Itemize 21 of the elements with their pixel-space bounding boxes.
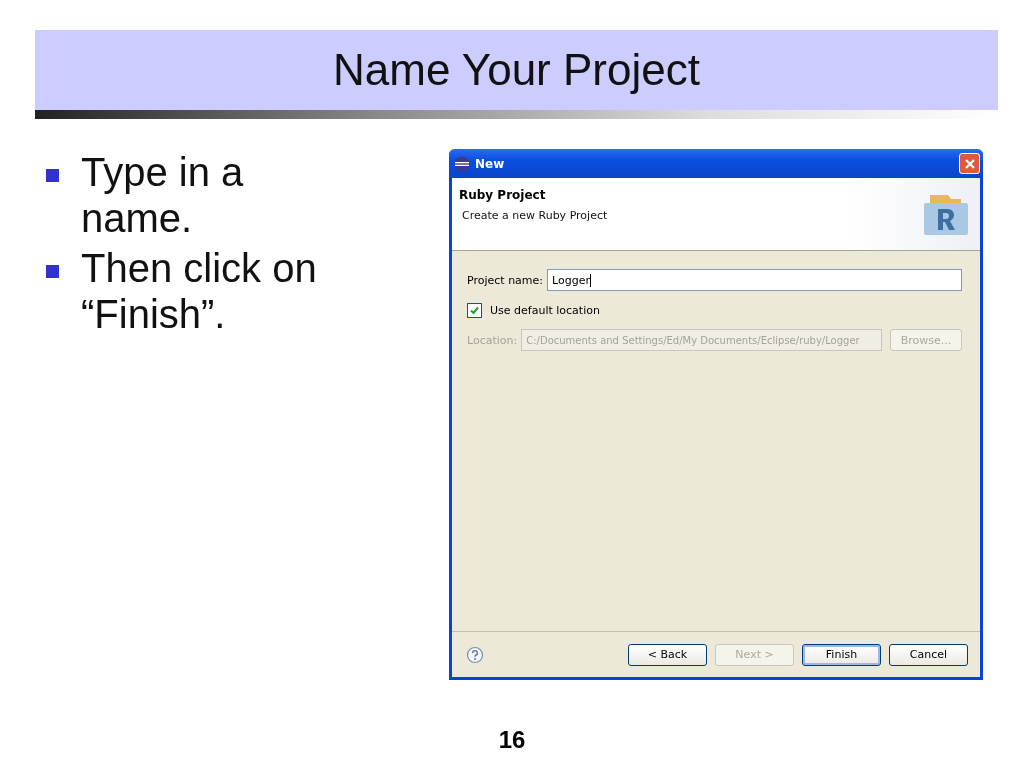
dialog-button[interactable]: < Back	[628, 643, 707, 666]
page-number: 16	[498, 726, 526, 754]
checkbox-label: Use default location	[490, 303, 600, 317]
close-button[interactable]	[959, 153, 980, 174]
sphere-icon	[453, 155, 471, 172]
page-title: Ruby Project	[459, 188, 547, 202]
help-icon[interactable]	[466, 645, 484, 664]
project-name-field[interactable]: Logger	[547, 269, 962, 291]
window-title: New	[475, 156, 506, 171]
dialog-button[interactable]: Finish	[802, 643, 881, 666]
dialog-button[interactable]: Cancel	[889, 643, 968, 666]
page-description: Create a new Ruby Project	[462, 209, 608, 222]
close-icon	[963, 157, 976, 170]
slide-title: Name Your Project	[333, 45, 700, 95]
field-label: Location:	[467, 333, 518, 347]
bullet-icon	[46, 265, 59, 278]
bullet-text: Then click on “Finish”.	[81, 245, 318, 337]
bullet-text: Type in a name.	[81, 149, 245, 241]
checkbox[interactable]	[467, 302, 482, 318]
field-label: Project name:	[467, 273, 544, 287]
bullet-icon	[46, 169, 59, 182]
